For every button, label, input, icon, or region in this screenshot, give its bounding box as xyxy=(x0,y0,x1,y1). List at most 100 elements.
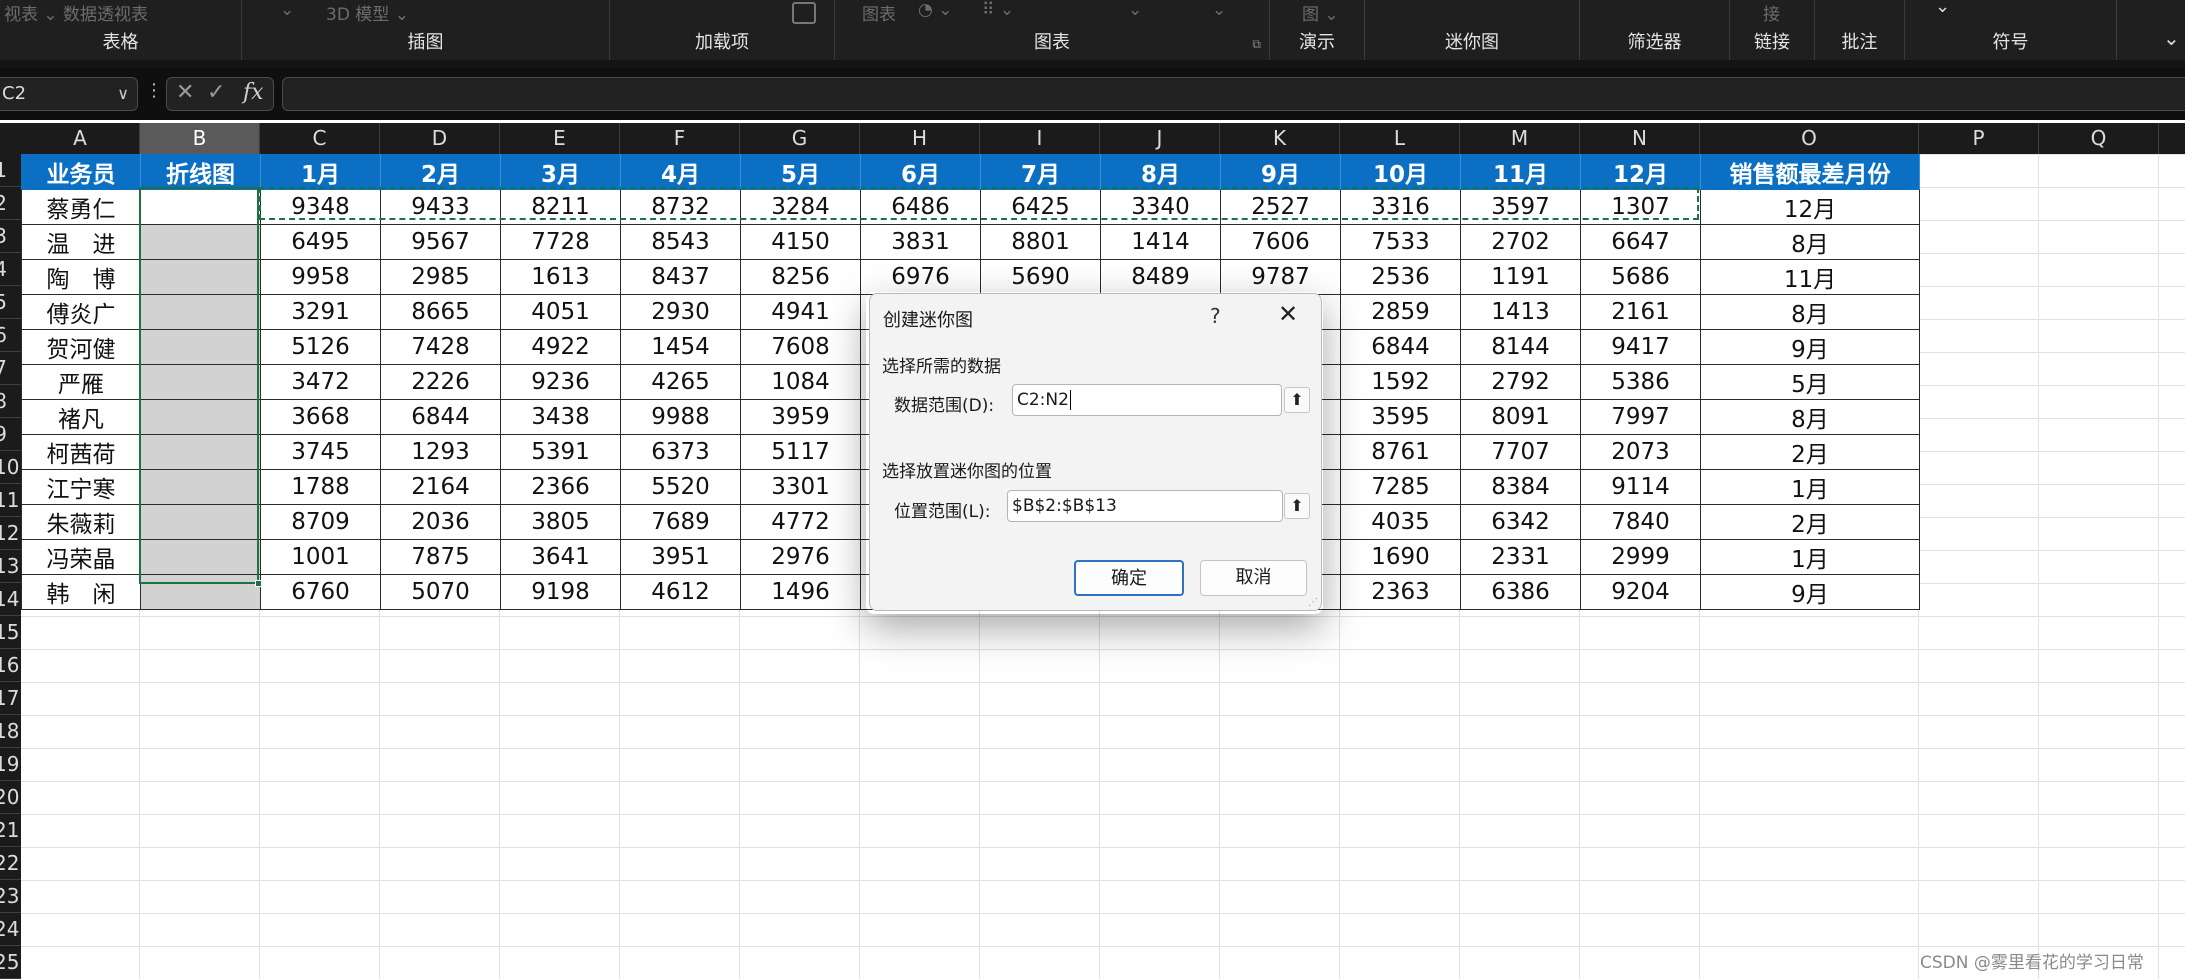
more-options-icon[interactable]: ⋮ xyxy=(145,80,163,101)
worst-month-cell[interactable]: 9月 xyxy=(1700,329,1920,365)
sparkline-cell[interactable] xyxy=(140,294,261,330)
sales-cell[interactable]: 4772 xyxy=(740,504,861,540)
column-header-i[interactable]: I xyxy=(980,123,1100,154)
row-header[interactable]: 3 xyxy=(0,220,21,253)
sales-cell[interactable]: 9787 xyxy=(1220,259,1341,295)
salesperson-cell[interactable]: 陶 博 xyxy=(21,259,141,295)
sales-cell[interactable]: 9433 xyxy=(380,189,501,225)
salesperson-cell[interactable]: 严雁 xyxy=(21,364,141,400)
sales-cell[interactable]: 7533 xyxy=(1340,224,1461,260)
ribbon-collapse-chevron-icon[interactable]: ⌄ xyxy=(2163,26,2180,50)
worst-month-cell[interactable]: 11月 xyxy=(1700,259,1920,295)
column-header-m[interactable]: M xyxy=(1460,123,1580,154)
sales-cell[interactable]: 3951 xyxy=(620,539,741,575)
sales-cell[interactable]: 6844 xyxy=(380,399,501,435)
sales-cell[interactable]: 7707 xyxy=(1460,434,1581,470)
sales-cell[interactable]: 9988 xyxy=(620,399,741,435)
sales-cell[interactable]: 8709 xyxy=(260,504,381,540)
column-header-a[interactable]: A xyxy=(21,123,140,154)
sales-cell[interactable]: 8211 xyxy=(500,189,621,225)
column-header-e[interactable]: E xyxy=(500,123,620,154)
worst-month-cell[interactable]: 1月 xyxy=(1700,539,1920,575)
sales-cell[interactable]: 7689 xyxy=(620,504,741,540)
sales-cell[interactable]: 8256 xyxy=(740,259,861,295)
sales-cell[interactable]: 9198 xyxy=(500,574,621,610)
sales-cell[interactable]: 6760 xyxy=(260,574,381,610)
sales-cell[interactable]: 4941 xyxy=(740,294,861,330)
column-header-n[interactable]: N xyxy=(1580,123,1700,154)
row-header[interactable]: 22 xyxy=(0,847,21,880)
sales-cell[interactable]: 2226 xyxy=(380,364,501,400)
column-header-j[interactable]: J xyxy=(1100,123,1220,154)
sales-cell[interactable]: 1293 xyxy=(380,434,501,470)
sales-cell[interactable]: 2999 xyxy=(1580,539,1701,575)
sales-cell[interactable]: 8543 xyxy=(620,224,741,260)
sales-cell[interactable]: 9417 xyxy=(1580,329,1701,365)
sparkline-cell[interactable] xyxy=(140,189,261,225)
sales-cell[interactable]: 6373 xyxy=(620,434,741,470)
sales-cell[interactable]: 8732 xyxy=(620,189,741,225)
row-header[interactable]: 18 xyxy=(0,715,21,748)
header-cell[interactable]: 4月 xyxy=(620,154,741,190)
salesperson-cell[interactable]: 朱薇莉 xyxy=(21,504,141,540)
header-cell[interactable]: 销售额最差月份 xyxy=(1700,154,1920,190)
sales-cell[interactable]: 1454 xyxy=(620,329,741,365)
salesperson-cell[interactable]: 冯荣晶 xyxy=(21,539,141,575)
sales-cell[interactable]: 2527 xyxy=(1220,189,1341,225)
row-header[interactable]: 11 xyxy=(0,484,21,517)
sales-cell[interactable]: 2161 xyxy=(1580,294,1701,330)
sales-cell[interactable]: 3340 xyxy=(1100,189,1221,225)
sales-cell[interactable]: 1307 xyxy=(1580,189,1701,225)
sales-cell[interactable]: 6844 xyxy=(1340,329,1461,365)
sales-cell[interactable]: 1690 xyxy=(1340,539,1461,575)
row-header[interactable]: 14 xyxy=(0,583,21,616)
sales-cell[interactable]: 9958 xyxy=(260,259,381,295)
sparkline-cell[interactable] xyxy=(140,364,261,400)
column-header-h[interactable]: H xyxy=(860,123,980,154)
salesperson-cell[interactable]: 傅炎广 xyxy=(21,294,141,330)
sales-cell[interactable]: 7608 xyxy=(740,329,861,365)
sales-cell[interactable]: 3745 xyxy=(260,434,381,470)
sales-cell[interactable]: 4265 xyxy=(620,364,741,400)
sales-cell[interactable]: 3291 xyxy=(260,294,381,330)
sales-cell[interactable]: 5686 xyxy=(1580,259,1701,295)
worst-month-cell[interactable]: 8月 xyxy=(1700,294,1920,330)
sales-cell[interactable]: 3316 xyxy=(1340,189,1461,225)
sales-cell[interactable]: 3641 xyxy=(500,539,621,575)
worst-month-cell[interactable]: 8月 xyxy=(1700,224,1920,260)
row-header[interactable]: 1 xyxy=(0,154,21,187)
sales-cell[interactable]: 9236 xyxy=(500,364,621,400)
sales-cell[interactable]: 9114 xyxy=(1580,469,1701,505)
sales-cell[interactable]: 4922 xyxy=(500,329,621,365)
salesperson-cell[interactable]: 蔡勇仁 xyxy=(21,189,141,225)
enter-icon[interactable]: ✓ xyxy=(207,80,225,105)
row-header[interactable]: 23 xyxy=(0,880,21,913)
chevron-down-icon[interactable]: ∨ xyxy=(117,78,129,110)
column-header-o[interactable]: O xyxy=(1700,123,1919,154)
header-cell[interactable]: 8月 xyxy=(1100,154,1221,190)
row-header[interactable]: 16 xyxy=(0,649,21,682)
sales-cell[interactable]: 6342 xyxy=(1460,504,1581,540)
sales-cell[interactable]: 2366 xyxy=(500,469,621,505)
column-header-g[interactable]: G xyxy=(740,123,860,154)
sales-cell[interactable]: 8761 xyxy=(1340,434,1461,470)
sales-cell[interactable]: 1613 xyxy=(500,259,621,295)
sparkline-cell[interactable] xyxy=(140,574,261,610)
sales-cell[interactable]: 7285 xyxy=(1340,469,1461,505)
sales-cell[interactable]: 3595 xyxy=(1340,399,1461,435)
salesperson-cell[interactable]: 贺河健 xyxy=(21,329,141,365)
sales-cell[interactable]: 1191 xyxy=(1460,259,1581,295)
sales-cell[interactable]: 8144 xyxy=(1460,329,1581,365)
sales-cell[interactable]: 7728 xyxy=(500,224,621,260)
sales-cell[interactable]: 8091 xyxy=(1460,399,1581,435)
row-header[interactable]: 10 xyxy=(0,451,21,484)
sales-cell[interactable]: 2976 xyxy=(740,539,861,575)
sales-cell[interactable]: 8801 xyxy=(980,224,1101,260)
column-header-f[interactable]: F xyxy=(620,123,740,154)
sales-cell[interactable]: 5070 xyxy=(380,574,501,610)
column-header-q[interactable]: Q xyxy=(2039,123,2159,154)
salesperson-cell[interactable]: 江宁寒 xyxy=(21,469,141,505)
sales-cell[interactable]: 2859 xyxy=(1340,294,1461,330)
sales-cell[interactable]: 9204 xyxy=(1580,574,1701,610)
sales-cell[interactable]: 2164 xyxy=(380,469,501,505)
